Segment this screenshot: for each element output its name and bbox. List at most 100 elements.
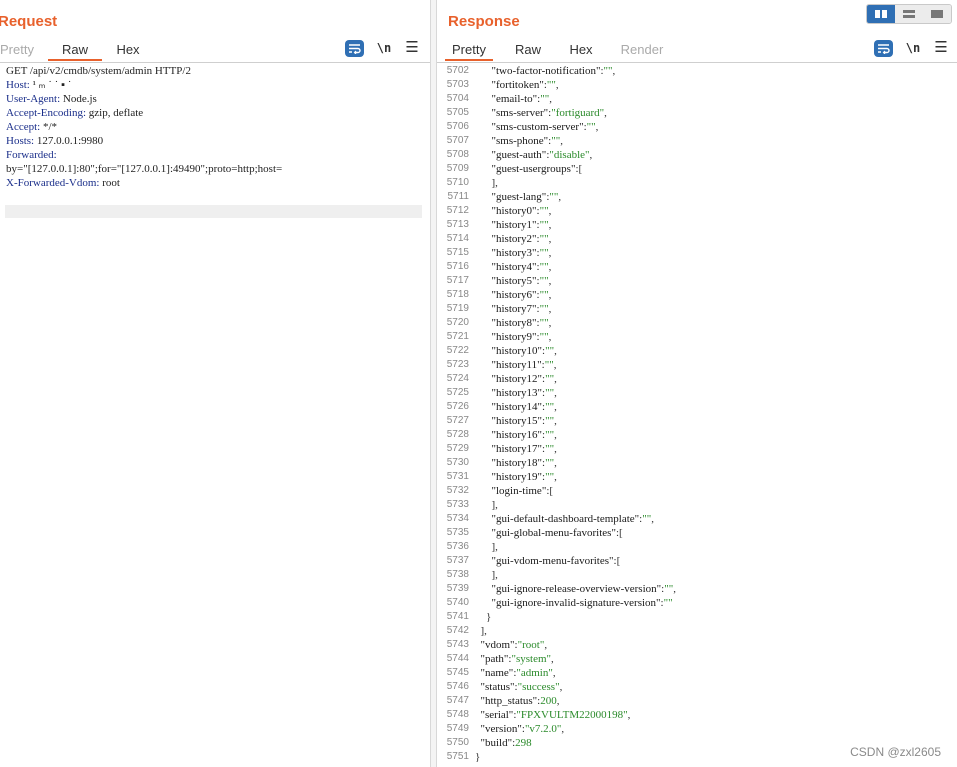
- request-tabs: Pretty Raw Hex: [0, 40, 430, 63]
- json-line: ],: [475, 624, 957, 638]
- json-comma: ,: [553, 359, 557, 371]
- json-value: [: [616, 555, 621, 567]
- json-value: }: [486, 611, 492, 623]
- header-name: Accept-Encoding:: [6, 107, 87, 119]
- response-tab-hex[interactable]: Hex: [563, 40, 599, 61]
- json-key: "gui-ignore-release-overview-version": [491, 583, 662, 595]
- json-line: "history14":"",: [475, 400, 957, 414]
- json-line: "history7":"",: [475, 302, 957, 316]
- json-key: "history17": [491, 443, 543, 455]
- json-value: "system": [511, 653, 552, 665]
- json-comma: ,: [548, 233, 552, 245]
- line-number: 5720: [446, 317, 469, 328]
- line-number: 5722: [446, 345, 469, 356]
- line-number: 5708: [446, 149, 469, 160]
- header-name: Forwarded:: [6, 149, 57, 161]
- json-key: "gui-vdom-menu-favorites": [491, 555, 614, 567]
- line-number: 5711: [447, 191, 469, 202]
- json-line: "sms-custom-server":"",: [475, 120, 957, 134]
- json-key: "history9": [491, 331, 537, 343]
- json-line: "history5":"",: [475, 274, 957, 288]
- json-key: "history4": [491, 261, 537, 273]
- json-key: "history13": [491, 387, 543, 399]
- line-number: 5734: [446, 513, 469, 524]
- json-value: "": [545, 471, 555, 483]
- request-editor[interactable]: GET /api/v2/cmdb/system/admin HTTP/2 Host…: [0, 64, 430, 767]
- response-tab-raw[interactable]: Raw: [509, 40, 547, 61]
- json-key: "gui-ignore-invalid-signature-version": [491, 597, 661, 609]
- json-line: "fortitoken":"",: [475, 78, 957, 92]
- json-key: "vdom": [480, 639, 515, 651]
- json-value: "": [539, 247, 549, 259]
- json-line: "history9":"",: [475, 330, 957, 344]
- json-key: "path": [480, 653, 509, 665]
- json-value: "": [539, 317, 549, 329]
- line-number: 5750: [446, 737, 469, 748]
- json-key: "email-to": [491, 93, 538, 105]
- response-tab-pretty[interactable]: Pretty: [445, 40, 493, 61]
- json-comma: ,: [551, 653, 554, 665]
- json-value: "": [539, 205, 549, 217]
- json-value: "": [551, 135, 561, 147]
- json-key: "login-time": [491, 485, 547, 497]
- json-value: "": [545, 443, 555, 455]
- json-comma: ,: [554, 387, 557, 399]
- json-value: "": [664, 583, 674, 595]
- response-tab-render[interactable]: Render: [615, 40, 669, 61]
- request-tab-pretty[interactable]: Pretty: [0, 40, 34, 61]
- split-horizontal-icon[interactable]: [867, 5, 895, 23]
- json-comma: ,: [589, 149, 593, 161]
- json-comma: ,: [559, 681, 563, 693]
- response-editor[interactable]: 5702 5703 5704 5705 5706 5707 5708 5709 5710 5711…: [437, 64, 957, 767]
- json-comma: ,: [651, 513, 654, 525]
- split-vertical-icon[interactable]: [895, 5, 923, 23]
- line-number: 5724: [446, 373, 469, 384]
- line-number: 5746: [446, 681, 469, 692]
- json-comma: ,: [673, 583, 676, 595]
- line-number: 5710: [446, 177, 469, 188]
- json-value: ],: [480, 625, 487, 637]
- header-name: Host:: [6, 79, 30, 91]
- header-value: ¹ ₘ ˙ ˙ ▪ ˙: [29, 79, 75, 91]
- json-line: "vdom":"root",: [475, 638, 957, 652]
- wrap-lines-icon[interactable]: [345, 40, 364, 57]
- request-line: Host: ¹ ₘ ˙ ˙ ▪ ˙: [0, 78, 430, 92]
- json-comma: ,: [554, 443, 557, 455]
- request-tab-raw[interactable]: Raw: [48, 40, 102, 61]
- line-number: 5706: [446, 121, 469, 132]
- json-value: "": [545, 429, 555, 441]
- tabbed-layout-icon[interactable]: [923, 5, 951, 23]
- json-key: "serial": [480, 709, 514, 721]
- response-menu-icon[interactable]: ☰: [931, 39, 951, 57]
- json-key: "history18": [491, 457, 543, 469]
- line-number: 5728: [446, 429, 469, 440]
- show-newlines-button[interactable]: \n: [374, 39, 394, 57]
- line-number: 5739: [446, 583, 469, 594]
- json-value: 298: [515, 737, 532, 749]
- json-key: "history8": [491, 317, 537, 329]
- line-number: 5704: [446, 93, 469, 104]
- request-menu-icon[interactable]: ☰: [402, 39, 422, 57]
- line-number: 5727: [446, 415, 469, 426]
- wrap-lines-icon[interactable]: [874, 40, 893, 57]
- show-newlines-button[interactable]: \n: [903, 39, 923, 57]
- json-comma: ,: [548, 275, 552, 287]
- json-comma: ,: [548, 289, 552, 301]
- request-line: X-Forwarded-Vdom: root: [0, 176, 430, 190]
- line-number: 5717: [446, 275, 469, 286]
- request-tab-hex[interactable]: Hex: [110, 40, 146, 61]
- json-value: "": [546, 79, 556, 91]
- json-line: "name":"admin",: [475, 666, 957, 680]
- json-key: "history19": [491, 471, 543, 483]
- json-line: ],: [475, 540, 957, 554]
- json-value: "success": [517, 681, 560, 693]
